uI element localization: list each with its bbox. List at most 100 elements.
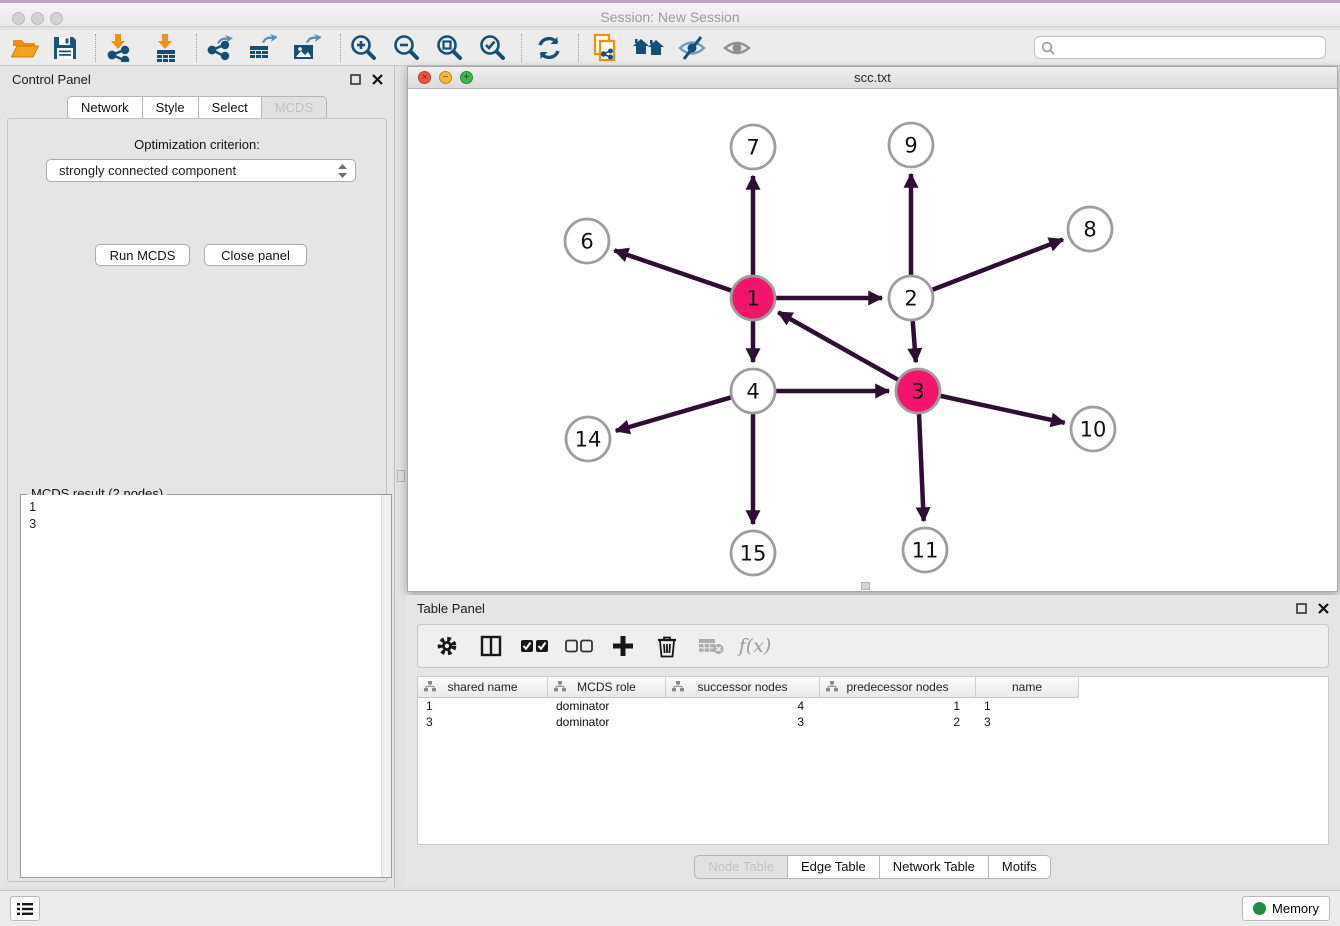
table-cell[interactable]: 4 [666, 698, 820, 714]
add-column-icon[interactable] [608, 631, 638, 661]
table-settings-icon[interactable] [432, 631, 462, 661]
window-title: Session: New Session [0, 9, 1340, 25]
graph-node-label-11: 11 [912, 539, 939, 563]
show-task-history-icon[interactable] [10, 896, 40, 921]
network-window-resize-handle[interactable] [861, 582, 870, 590]
graph-edge-4-14[interactable] [616, 397, 731, 430]
vertical-splitter-handle[interactable] [397, 470, 405, 482]
tab-edge-table[interactable]: Edge Table [788, 855, 880, 879]
column-sort-icon [424, 681, 436, 693]
table-row[interactable]: 3dominator323 [418, 714, 1328, 730]
open-session-icon[interactable] [8, 32, 42, 64]
table-cell[interactable]: 1 [418, 698, 548, 714]
delete-column-icon[interactable] [652, 631, 682, 661]
graph-node-label-8: 8 [1083, 218, 1096, 242]
search-field[interactable] [1034, 36, 1326, 59]
graph-edge-3-1[interactable] [778, 312, 898, 379]
table-cell[interactable]: dominator [548, 698, 666, 714]
column-header-shared-name[interactable]: shared name [418, 677, 548, 698]
table-cell[interactable]: dominator [548, 714, 666, 730]
table-cell[interactable]: 1 [820, 698, 976, 714]
export-network-icon[interactable] [203, 32, 237, 64]
tab-network[interactable]: Network [67, 96, 143, 120]
list-icon [17, 902, 33, 916]
table-panel-tabs: Node TableEdge TableNetwork TableMotifs [405, 855, 1340, 879]
graph-node-label-9: 9 [904, 134, 917, 158]
tab-node-table[interactable]: Node Table [694, 855, 788, 879]
column-sort-icon [554, 681, 566, 693]
zoom-out-icon[interactable] [389, 32, 423, 64]
network-view-window: × − + scc.txt 7968124314101511 [407, 66, 1338, 592]
tab-style[interactable]: Style [143, 96, 199, 120]
zoom-fit-icon[interactable] [432, 32, 466, 64]
open-folder-icon [11, 35, 39, 61]
fx-label: f(x) [739, 635, 772, 657]
hide-details-icon[interactable] [675, 32, 709, 64]
graph-edge-2-3[interactable] [913, 321, 916, 362]
graph-edge-3-10[interactable] [940, 396, 1064, 423]
network-window-titlebar[interactable]: × − + scc.txt [408, 67, 1337, 89]
graph-node-label-10: 10 [1080, 418, 1107, 442]
tab-select[interactable]: Select [199, 96, 262, 120]
graph-edge-1-6[interactable] [614, 250, 731, 290]
mcds-result-box: MCDS result (2 nodes) 1 3 [20, 494, 392, 878]
import-network-icon[interactable] [102, 32, 136, 64]
application-window: Session: New Session [0, 0, 1340, 926]
export-table-icon[interactable] [245, 32, 279, 64]
table-panel: Table Panel [405, 595, 1340, 886]
table-panel-title: Table Panel [417, 601, 485, 616]
float-panel-icon[interactable] [348, 72, 362, 86]
network-canvas[interactable]: 7968124314101511 [408, 89, 1337, 591]
column-header-successor-nodes[interactable]: successor nodes [666, 677, 820, 698]
float-table-panel-icon[interactable] [1294, 601, 1308, 615]
table-cell[interactable]: 3 [666, 714, 820, 730]
close-table-panel-icon[interactable] [1316, 601, 1330, 615]
graph-edge-2-8[interactable] [932, 239, 1062, 289]
criterion-dropdown[interactable]: strongly connected component [46, 159, 356, 182]
table-panel-header: Table Panel [405, 595, 1340, 621]
mcds-result-scrollbar[interactable] [381, 495, 391, 877]
mcds-result-text[interactable]: 1 3 [21, 495, 381, 877]
toolbar-separator [95, 34, 96, 62]
zoom-selected-icon[interactable] [475, 32, 509, 64]
search-input[interactable] [1055, 41, 1319, 55]
show-details-icon[interactable] [720, 32, 754, 64]
table-row[interactable]: 1dominator411 [418, 698, 1328, 714]
toggle-column-view-icon[interactable] [476, 631, 506, 661]
control-panel-tabs: NetworkStyleSelectMCDS [0, 96, 394, 120]
network-overview-icon[interactable] [632, 32, 666, 64]
apply-layout-icon[interactable] [532, 32, 566, 64]
table-cell[interactable]: 3 [976, 714, 1079, 730]
close-panel-icon[interactable] [370, 72, 384, 86]
memory-label: Memory [1272, 901, 1319, 916]
run-mcds-button[interactable]: Run MCDS [95, 244, 190, 266]
network-window-title: scc.txt [408, 70, 1337, 85]
column-header-MCDS-role[interactable]: MCDS role [548, 677, 666, 698]
tab-network-table[interactable]: Network Table [880, 855, 989, 879]
delete-table-icon [696, 631, 726, 661]
duplicate-network-icon[interactable] [588, 32, 622, 64]
control-panel-title: Control Panel [12, 72, 91, 87]
memory-button[interactable]: Memory [1242, 896, 1330, 921]
table-cell[interactable]: 2 [820, 714, 976, 730]
export-image-icon[interactable] [289, 32, 323, 64]
tab-mcds[interactable]: MCDS [262, 96, 327, 120]
tab-motifs[interactable]: Motifs [989, 855, 1051, 879]
zoom-in-icon[interactable] [346, 32, 380, 64]
close-panel-button[interactable]: Close panel [204, 244, 307, 266]
criterion-value: strongly connected component [59, 163, 338, 178]
graph-node-label-6: 6 [580, 230, 593, 254]
graph-edge-3-11[interactable] [919, 414, 924, 521]
column-header-predecessor-nodes[interactable]: predecessor nodes [820, 677, 976, 698]
status-bar: Memory [0, 890, 1340, 926]
toolbar-separator [521, 34, 522, 62]
import-table-icon[interactable] [149, 32, 183, 64]
table-cell[interactable]: 3 [418, 714, 548, 730]
column-header-name[interactable]: name [976, 677, 1079, 698]
toolbar-separator [340, 34, 341, 62]
column-sort-icon [672, 681, 684, 693]
save-session-icon[interactable] [48, 32, 82, 64]
select-all-columns-icon[interactable] [520, 631, 550, 661]
deselect-all-columns-icon[interactable] [564, 631, 594, 661]
table-cell[interactable]: 1 [976, 698, 1079, 714]
